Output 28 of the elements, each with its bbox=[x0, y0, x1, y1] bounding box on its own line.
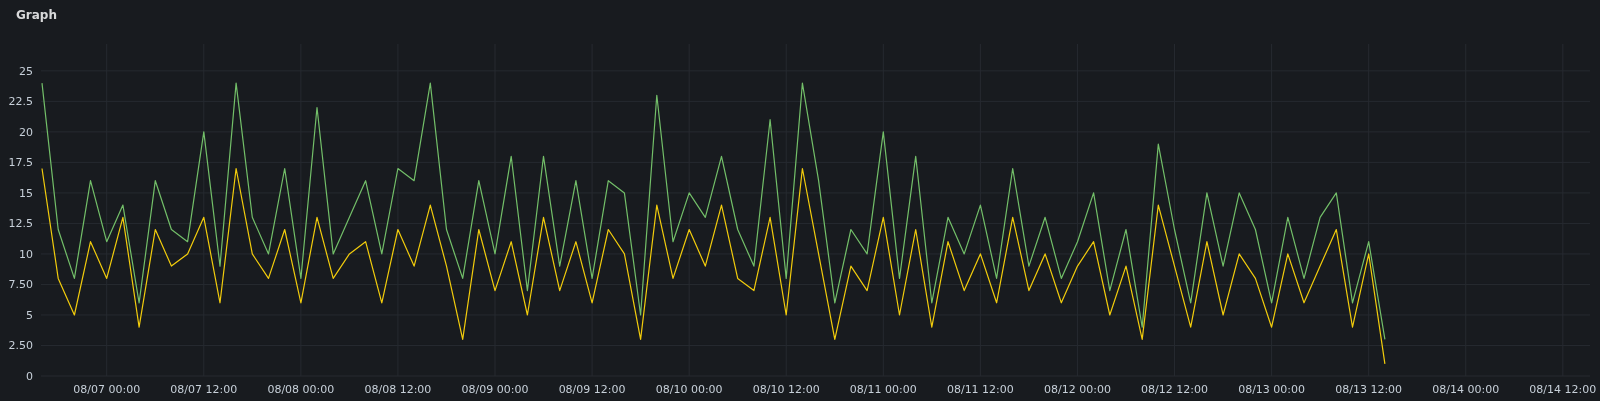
axis-label: 0 bbox=[26, 370, 33, 383]
axis-label: 08/10 00:00 bbox=[655, 383, 723, 396]
axis-label: 08/13 12:00 bbox=[1335, 383, 1403, 396]
axis-label: 08/14 00:00 bbox=[1432, 383, 1500, 396]
axis-label: 08/13 00:00 bbox=[1238, 383, 1306, 396]
axis-label: 20 bbox=[19, 125, 33, 139]
axis-label: 08/12 12:00 bbox=[1141, 383, 1208, 396]
axis-label: 08/08 00:00 bbox=[267, 383, 335, 396]
axis-label: 17.5 bbox=[8, 156, 33, 170]
axis-label: 25 bbox=[19, 64, 33, 78]
axis-label: 5 bbox=[26, 308, 33, 322]
axis-label: 08/09 00:00 bbox=[461, 383, 529, 396]
axis-label: 2.50 bbox=[8, 339, 33, 353]
axis-label: 08/08 12:00 bbox=[364, 383, 432, 396]
axis-label: 08/14 12:00 bbox=[1529, 383, 1597, 396]
axis-label: 7.50 bbox=[8, 278, 33, 292]
axis-label: 08/09 12:00 bbox=[558, 383, 626, 396]
axis-label: 08/12 00:00 bbox=[1044, 383, 1111, 396]
axis-label: 08/10 12:00 bbox=[752, 383, 820, 396]
axis-label: 08/07 12:00 bbox=[170, 383, 238, 396]
axis-label: 15 bbox=[19, 186, 33, 200]
axis-label: 08/11 00:00 bbox=[849, 383, 917, 396]
panel-title: Graph bbox=[16, 8, 57, 22]
axis-label: 08/11 12:00 bbox=[946, 383, 1014, 396]
axis-label: 08/07 00:00 bbox=[73, 383, 141, 396]
axis-label: 12.5 bbox=[8, 217, 33, 231]
axis-label: 22.5 bbox=[8, 95, 33, 109]
axis-label: 10 bbox=[19, 247, 33, 261]
